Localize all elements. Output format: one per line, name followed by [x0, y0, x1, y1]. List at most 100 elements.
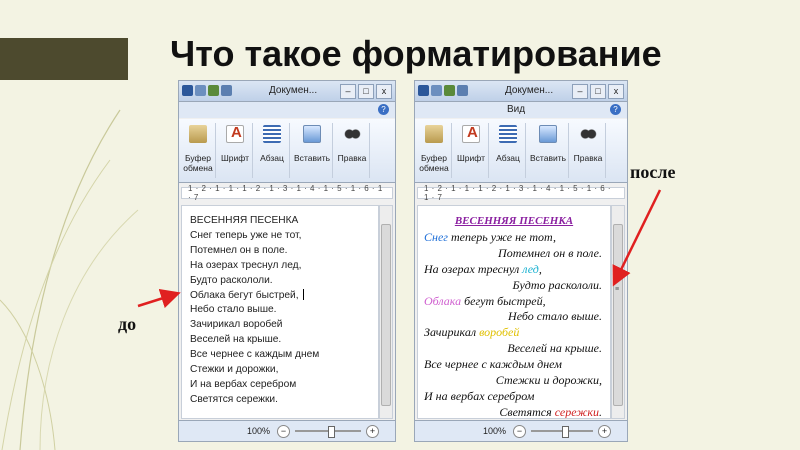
- scrollbar-thumb[interactable]: [381, 224, 391, 406]
- ribbon-label: Вставить: [530, 153, 567, 163]
- ribbon-group-editing[interactable]: Правка: [571, 123, 607, 178]
- ribbon-label: Шрифт: [221, 153, 249, 163]
- poem-line: Все чернее с каждым днем: [190, 349, 320, 361]
- ribbon-group-paragraph[interactable]: Абзац: [491, 123, 526, 178]
- maximize-button[interactable]: □: [358, 84, 374, 99]
- close-button[interactable]: x: [376, 84, 392, 99]
- line-text: Зачирикал: [424, 325, 480, 340]
- poem-line: Будто раскололи.: [190, 274, 273, 286]
- ribbon-tabs: ?: [179, 102, 395, 118]
- quick-access-toolbar: [418, 85, 468, 96]
- undo-icon[interactable]: [208, 85, 219, 96]
- label-before: до: [118, 314, 137, 334]
- poem-formatted: ВЕСЕННЯЯ ПЕСЕНКА Снег теперь уже не тот,…: [418, 206, 610, 419]
- poem-title: ВЕСЕННЯЯ ПЕСЕНКА: [454, 215, 574, 227]
- ribbon-label: Шрифт: [457, 153, 485, 163]
- paragraph-icon: [499, 125, 517, 143]
- help-icon[interactable]: ?: [378, 104, 389, 115]
- zoom-slider[interactable]: [295, 426, 361, 438]
- vertical-scrollbar[interactable]: [379, 205, 393, 419]
- zoom-slider[interactable]: [531, 426, 593, 438]
- poem-line: Зачирикал воробей: [190, 319, 283, 331]
- close-button[interactable]: x: [608, 84, 624, 99]
- redo-icon[interactable]: [221, 85, 232, 96]
- title-bar: Докумен... – □ x: [179, 81, 395, 102]
- help-icon[interactable]: ?: [610, 104, 621, 115]
- poem-line: На озерах треснул лед,: [424, 262, 604, 278]
- tab-view[interactable]: Вид: [507, 104, 525, 115]
- undo-icon[interactable]: [444, 85, 455, 96]
- poem-line: Небо стало выше.: [190, 304, 277, 316]
- ribbon-label: Буфер обмена: [183, 153, 213, 173]
- scrollbar-thumb[interactable]: [613, 224, 623, 406]
- redo-icon[interactable]: [457, 85, 468, 96]
- text-caret: [302, 289, 304, 301]
- title-bar: Докумен... – □ x: [415, 81, 627, 102]
- ruler[interactable]: 1 · 2 · 1 · 1 · 1 · 2 · 1 · 3 · 1 · 4 · …: [417, 184, 625, 202]
- ribbon-group-editing[interactable]: Правка: [335, 123, 371, 178]
- zoom-out-button[interactable]: −: [513, 425, 526, 438]
- zoom-level[interactable]: 100%: [247, 426, 270, 436]
- poem-line: Снег теперь уже не тот,: [190, 229, 302, 241]
- word-window-after: Докумен... – □ x Вид ? Буфер обмена Шриф…: [414, 80, 628, 442]
- ribbon-group-clipboard[interactable]: Буфер обмена: [181, 123, 216, 178]
- save-icon[interactable]: [431, 85, 442, 96]
- binoculars-icon: [343, 125, 362, 143]
- line-text: теперь уже не тот,: [447, 229, 557, 244]
- minimize-button[interactable]: –: [340, 84, 356, 99]
- highlighted-word: сережки: [554, 404, 599, 419]
- highlighted-word: Снег: [424, 229, 448, 244]
- poem-line: Зачирикал воробей: [424, 325, 604, 341]
- ribbon-group-insert[interactable]: Вставить: [528, 123, 570, 178]
- minimize-button[interactable]: –: [572, 84, 588, 99]
- poem-line: Будто раскололи.: [512, 277, 602, 292]
- ribbon-group-font[interactable]: Шрифт: [218, 123, 253, 178]
- line-text: На озерах треснул: [424, 261, 523, 276]
- poem-line: И на вербах серебром: [190, 378, 297, 390]
- save-icon[interactable]: [195, 85, 206, 96]
- zoom-level[interactable]: 100%: [483, 426, 506, 436]
- ruler[interactable]: 1 · 2 · 1 · 1 · 1 · 2 · 1 · 3 · 1 · 4 · …: [181, 184, 393, 202]
- zoom-slider-knob[interactable]: [562, 426, 569, 438]
- status-bar: 100% − +: [179, 420, 395, 441]
- zoom-in-button[interactable]: +: [366, 425, 379, 438]
- binoculars-icon: [579, 125, 598, 143]
- label-after: после: [630, 162, 676, 182]
- arrow-before: [137, 288, 181, 309]
- ribbon-group-font[interactable]: Шрифт: [454, 123, 489, 178]
- zoom-in-button[interactable]: +: [598, 425, 611, 438]
- maximize-button[interactable]: □: [590, 84, 606, 99]
- ribbon-group-paragraph[interactable]: Абзац: [255, 123, 290, 178]
- window-title: Докумен...: [505, 85, 554, 96]
- word-logo-icon[interactable]: [182, 85, 193, 96]
- ribbon-group-clipboard[interactable]: Буфер обмена: [417, 123, 452, 178]
- vertical-scrollbar[interactable]: ≡: [611, 205, 625, 419]
- line-text: .: [599, 404, 602, 419]
- slide-title: Что такое форматирование: [170, 33, 662, 74]
- clipboard-icon: [425, 125, 443, 143]
- window-title: Докумен...: [269, 85, 318, 96]
- poem-line: Облака бегут быстрей,: [424, 294, 604, 310]
- ribbon-label: Правка: [337, 153, 367, 163]
- insert-picture-icon: [303, 125, 322, 143]
- document-page[interactable]: ВЕСЕННЯЯ ПЕСЕНКА Снег теперь уже не тот,…: [417, 205, 611, 419]
- poem-line: ВЕСЕННЯЯ ПЕСЕНКА: [190, 215, 299, 226]
- document-page[interactable]: ВЕСЕННЯЯ ПЕСЕНКА Снег теперь уже не тот,…: [181, 205, 379, 419]
- ribbon-group-insert[interactable]: Вставить: [292, 123, 334, 178]
- poem-plain: ВЕСЕННЯЯ ПЕСЕНКА Снег теперь уже не тот,…: [182, 206, 378, 416]
- paragraph-icon: [263, 125, 281, 143]
- poem-line: Снег теперь уже не тот,: [424, 230, 604, 246]
- ribbon-label: Буфер обмена: [419, 153, 449, 173]
- word-logo-icon[interactable]: [418, 85, 429, 96]
- ribbon-label: Правка: [573, 153, 603, 163]
- clipboard-icon: [189, 125, 207, 143]
- line-text: Светятся: [499, 404, 555, 419]
- zoom-slider-knob[interactable]: [328, 426, 335, 438]
- highlighted-word: лед: [522, 261, 539, 276]
- zoom-out-button[interactable]: −: [277, 425, 290, 438]
- poem-line: Веселей на крыше.: [190, 334, 282, 346]
- word-window-before: Докумен... – □ x ? Буфер обмена Шрифт Аб…: [178, 80, 396, 442]
- line-text: бегут быстрей,: [461, 293, 546, 308]
- poem-line: Небо стало выше.: [508, 309, 602, 324]
- quick-access-toolbar: [182, 85, 232, 96]
